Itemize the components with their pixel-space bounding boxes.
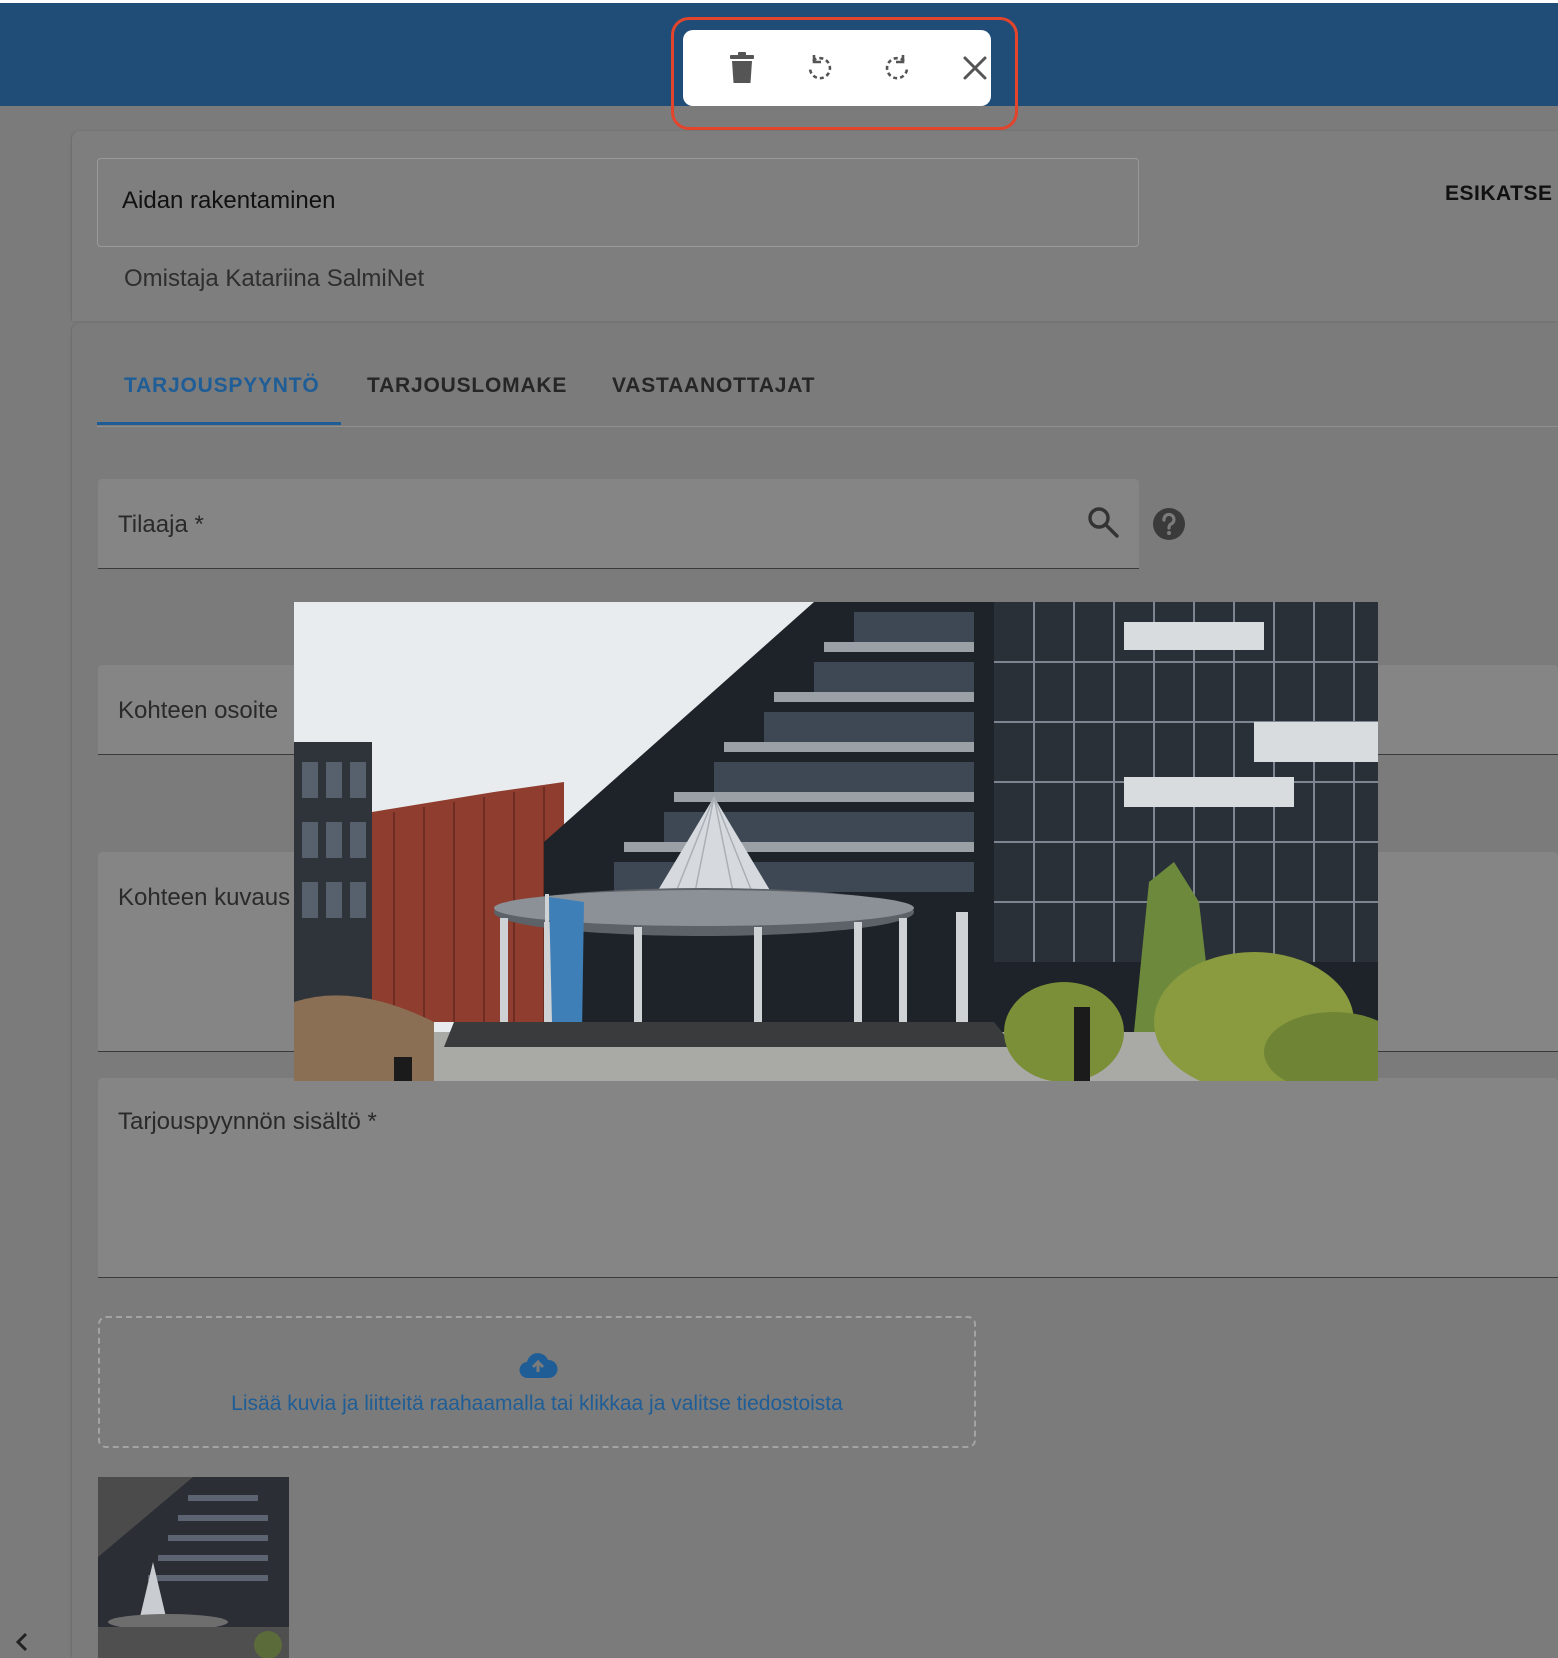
file-dropzone[interactable]: Lisää kuvia ja liitteitä raahaamalla tai…	[98, 1316, 976, 1448]
delete-button[interactable]	[720, 46, 764, 90]
image-preview-modal[interactable]	[294, 602, 1378, 1081]
trash-icon	[730, 52, 754, 83]
tab-tarjouspyynto[interactable]: TARJOUSPYYNTÖ	[124, 374, 320, 398]
building-thumbnail-image	[98, 1477, 289, 1658]
tarjouspyynnon-sisalto-label: Tarjouspyynnön sisältö *	[118, 1108, 377, 1135]
rotate-left-icon	[808, 55, 832, 80]
rotate-right-icon	[885, 55, 909, 80]
active-tab-indicator	[97, 422, 341, 425]
tab-tarjouslomake[interactable]: TARJOUSLOMAKE	[367, 374, 567, 398]
kohteen-kuvaus-label: Kohteen kuvaus	[118, 884, 291, 911]
rotate-left-button[interactable]	[798, 46, 842, 90]
attachment-thumbnail[interactable]	[98, 1477, 289, 1658]
tab-vastaanottajat[interactable]: VASTAANOTTAJAT	[612, 374, 815, 398]
dropzone-text: Lisää kuvia ja liitteitä raahaamalla tai…	[231, 1392, 843, 1415]
help-icon[interactable]	[1152, 507, 1186, 541]
image-viewer-toolbar	[683, 30, 991, 106]
preview-button[interactable]: ESIKATSE	[1445, 182, 1552, 206]
rotate-right-button[interactable]	[875, 46, 919, 90]
collapse-sidebar-button[interactable]	[8, 1628, 36, 1656]
close-icon	[963, 56, 987, 80]
tabs-divider	[97, 426, 1558, 427]
close-button[interactable]	[953, 46, 997, 90]
chevron-left-icon	[15, 1632, 28, 1652]
building-preview-image	[294, 602, 1378, 1081]
tilaaja-label: Tilaaja *	[118, 511, 204, 538]
tilaaja-field[interactable]: Tilaaja *	[98, 479, 1139, 569]
sidebar-rail	[0, 106, 72, 1658]
cloud-upload-icon	[519, 1353, 558, 1379]
title-input[interactable]: Aidan rakentaminen	[97, 158, 1139, 247]
search-icon[interactable]	[1086, 505, 1120, 539]
tarjouspyynnon-sisalto-field[interactable]: Tarjouspyynnön sisältö *	[98, 1078, 1558, 1278]
owner-label: Omistaja Katariina SalmiNet	[124, 265, 425, 292]
kohteen-osoite-label: Kohteen osoite	[118, 697, 279, 724]
title-value: Aidan rakentaminen	[122, 187, 336, 214]
